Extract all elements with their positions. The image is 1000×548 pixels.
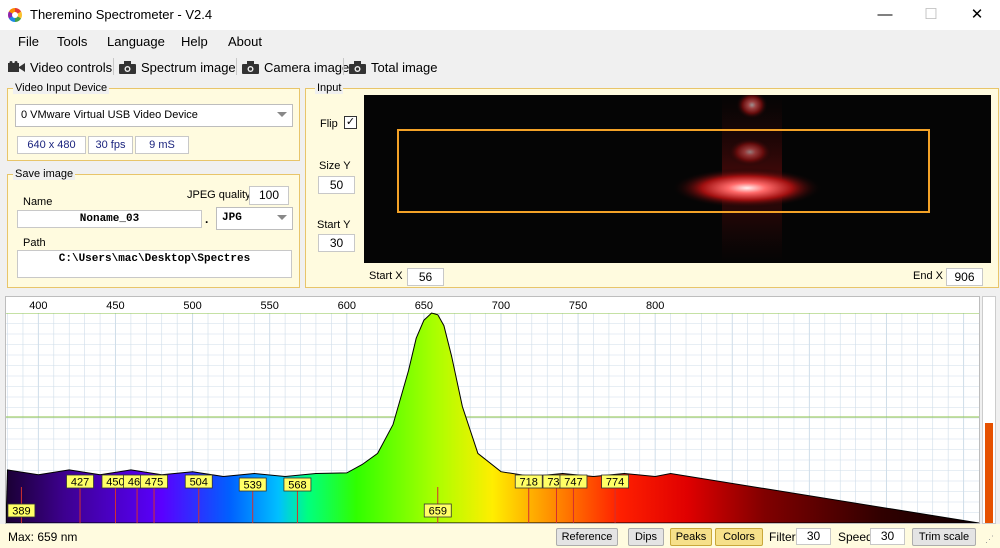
flip-checkbox[interactable]: ✓ bbox=[344, 116, 357, 129]
window-title: Theremino Spectrometer - V2.4 bbox=[30, 7, 213, 22]
total-image-button[interactable]: Total image bbox=[349, 58, 437, 76]
menu-about[interactable]: About bbox=[228, 34, 262, 49]
flip-label: Flip bbox=[320, 118, 338, 130]
peak-label: 475 bbox=[145, 477, 163, 489]
path-label: Path bbox=[23, 237, 46, 249]
spectrum-image-button[interactable]: Spectrum image bbox=[119, 58, 236, 76]
peak-label: 504 bbox=[190, 477, 208, 489]
max-readout: Max: 659 nm bbox=[8, 530, 78, 544]
level-fill bbox=[985, 423, 993, 523]
x-tick-label: 500 bbox=[183, 300, 201, 312]
video-controls-label: Video controls bbox=[30, 59, 113, 75]
video-device-value: 0 VMware Virtual USB Video Device bbox=[21, 109, 198, 121]
size-y-input[interactable]: 50 bbox=[318, 176, 355, 194]
video-input-group-label: Video Input Device bbox=[13, 82, 110, 94]
spectrum-image-label: Spectrum image bbox=[141, 59, 236, 75]
size-y-label: Size Y bbox=[319, 160, 351, 172]
camera-icon bbox=[119, 60, 136, 74]
close-button[interactable]: ✕ bbox=[954, 0, 1000, 30]
format-value: JPG bbox=[222, 212, 242, 224]
resize-grip-icon[interactable]: ⋰ bbox=[985, 534, 994, 545]
save-image-group-label: Save image bbox=[13, 168, 76, 180]
resolution-field: 640 x 480 bbox=[17, 136, 86, 154]
camera-icon bbox=[242, 60, 259, 74]
start-x-label: Start X bbox=[369, 270, 403, 282]
chevron-down-icon bbox=[277, 112, 287, 117]
video-controls-button[interactable]: Video controls bbox=[8, 58, 112, 76]
camera-image-label: Camera image bbox=[264, 59, 350, 75]
camera-image-button[interactable]: Camera image bbox=[242, 58, 349, 76]
colors-button[interactable]: Colors bbox=[715, 528, 763, 546]
peak-label: 747 bbox=[564, 477, 582, 489]
spectrum-chart: 389427 450 464475 504 539 568659718 736747 774 … bbox=[5, 297, 980, 524]
toolbar-divider bbox=[113, 58, 114, 75]
peak-label: 427 bbox=[71, 477, 89, 489]
jpeg-quality-label: JPEG quality bbox=[187, 189, 251, 201]
x-tick-label: 450 bbox=[106, 300, 124, 312]
dips-button[interactable]: Dips bbox=[628, 528, 664, 546]
level-bar bbox=[982, 296, 996, 524]
video-camera-icon bbox=[8, 60, 25, 72]
x-tick-label: 750 bbox=[569, 300, 587, 312]
file-name-input[interactable]: Noname_03 bbox=[17, 210, 202, 228]
jpeg-quality-input[interactable]: 100 bbox=[249, 186, 289, 205]
peak-label: 568 bbox=[288, 480, 306, 492]
input-group-label: Input bbox=[315, 82, 344, 94]
total-image-label: Total image bbox=[371, 59, 438, 75]
toolbar-divider bbox=[236, 58, 237, 75]
camera-icon bbox=[349, 60, 366, 74]
peak-label: 389 bbox=[12, 506, 30, 518]
format-select[interactable]: JPG bbox=[216, 207, 293, 230]
end-x-label: End X bbox=[913, 270, 943, 282]
speed-input[interactable]: 30 bbox=[870, 528, 905, 545]
filter-label: Filter bbox=[769, 530, 796, 544]
speed-label: Speed bbox=[838, 530, 873, 544]
maximize-button[interactable]: ☐ bbox=[908, 0, 954, 30]
peak-label: 659 bbox=[429, 506, 447, 518]
start-y-input[interactable]: 30 bbox=[318, 234, 355, 252]
minimize-button[interactable]: — bbox=[862, 0, 908, 30]
x-tick-label: 650 bbox=[415, 300, 433, 312]
reference-button[interactable]: Reference bbox=[556, 528, 618, 546]
x-tick-label: 700 bbox=[492, 300, 510, 312]
peak-label: 539 bbox=[244, 480, 262, 492]
toolbar-divider bbox=[343, 58, 344, 75]
spectrum-plot[interactable]: 389 427 450 464 475 504 539 568 659 718 736 747 774 … bbox=[5, 296, 980, 524]
x-tick-label: 800 bbox=[646, 300, 664, 312]
end-x-input[interactable]: 906 bbox=[946, 268, 983, 286]
peak-label: 774 bbox=[606, 477, 624, 489]
exposure-field: 9 mS bbox=[135, 136, 189, 154]
app-logo-icon bbox=[8, 8, 22, 22]
menu-file[interactable]: File bbox=[18, 34, 39, 49]
peaks-button[interactable]: Peaks bbox=[670, 528, 712, 546]
extension-dot: . bbox=[205, 212, 209, 226]
menu-tools[interactable]: Tools bbox=[57, 34, 87, 49]
start-y-label: Start Y bbox=[317, 219, 351, 231]
x-tick-label: 600 bbox=[338, 300, 356, 312]
name-label: Name bbox=[23, 196, 53, 208]
x-tick-label: 400 bbox=[29, 300, 47, 312]
x-tick-label: 550 bbox=[261, 300, 279, 312]
menu-language[interactable]: Language bbox=[107, 34, 165, 49]
menu-help[interactable]: Help bbox=[181, 34, 208, 49]
chevron-down-icon bbox=[277, 215, 287, 220]
filter-input[interactable]: 30 bbox=[796, 528, 831, 545]
fps-field: 30 fps bbox=[88, 136, 133, 154]
trim-scale-button[interactable]: Trim scale bbox=[912, 528, 976, 546]
camera-preview[interactable] bbox=[364, 95, 991, 263]
video-device-select[interactable]: 0 VMware Virtual USB Video Device bbox=[15, 104, 293, 127]
path-input[interactable]: C:\Users\mac\Desktop\Spectres bbox=[17, 250, 292, 278]
peak-label: 718 bbox=[520, 477, 538, 489]
camera-preview-image bbox=[397, 95, 930, 263]
start-x-input[interactable]: 56 bbox=[407, 268, 444, 286]
peak-label: 450 bbox=[106, 477, 124, 489]
